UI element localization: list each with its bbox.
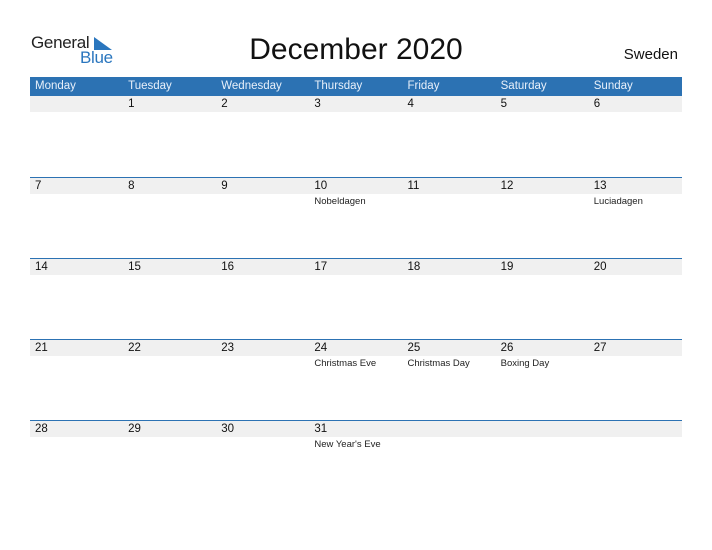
day-cell: 28 bbox=[30, 421, 123, 451]
day-cell: 5 bbox=[496, 96, 589, 113]
days-row: 21 22 23 24 Christmas Eve 25 Christmas Day 26 Bo… bbox=[30, 340, 682, 370]
day-cell: 3 bbox=[309, 96, 402, 113]
weekday-friday: Friday bbox=[407, 80, 440, 92]
weeks-container: 1 2 3 4 5 6 7 8 9 10 Nobeldagen 11 12 13 Luciadagen 14 1… bbox=[30, 96, 682, 501]
day-cell: 27 bbox=[589, 340, 682, 370]
day-number bbox=[501, 421, 589, 437]
day-number: 6 bbox=[593, 98, 601, 110]
day-number: 5 bbox=[500, 98, 508, 110]
day-cell: 10 Nobeldagen bbox=[309, 178, 402, 208]
day-number: 9 bbox=[221, 180, 228, 192]
days-row: 7 8 9 10 Nobeldagen 11 12 13 Luciadagen bbox=[30, 178, 682, 208]
day-number: 7 bbox=[35, 180, 42, 192]
day-number: 4 bbox=[407, 98, 414, 110]
day-cell: 22 bbox=[123, 340, 216, 370]
day-number: 29 bbox=[128, 423, 141, 435]
day-cell: 26 Boxing Day bbox=[496, 340, 589, 370]
day-number: 25 bbox=[407, 342, 421, 354]
day-cell: 9 bbox=[216, 178, 309, 208]
day-number: 13 bbox=[593, 180, 607, 192]
days-row: 14 15 16 17 18 19 20 bbox=[30, 259, 682, 276]
day-cell: 6 bbox=[589, 96, 682, 113]
day-number: 12 bbox=[500, 180, 514, 192]
day-number: 18 bbox=[407, 261, 421, 273]
holiday-label: Luciadagen bbox=[593, 196, 643, 207]
day-number: 1 bbox=[128, 98, 135, 110]
day-cell: 25 Christmas Day bbox=[403, 340, 496, 370]
day-cell: 4 bbox=[403, 96, 496, 113]
day-cell: 14 bbox=[30, 259, 123, 276]
day-cell: 2 bbox=[216, 96, 309, 113]
day-cell: 19 bbox=[496, 259, 589, 276]
week-row: 21 22 23 24 Christmas Eve 25 Christmas Day 26 Bo… bbox=[30, 339, 682, 420]
day-number: 10 bbox=[314, 180, 328, 192]
day-number: 20 bbox=[593, 261, 607, 273]
day-number: 24 bbox=[314, 342, 328, 354]
day-number bbox=[408, 421, 496, 437]
holiday-label: Boxing Day bbox=[500, 358, 550, 369]
weekday-sunday: Sunday bbox=[593, 80, 633, 92]
day-cell: 12 bbox=[496, 178, 589, 208]
day-number: 17 bbox=[314, 261, 328, 273]
day-cell: 31 New Year's Eve bbox=[309, 421, 402, 451]
week-row: 7 8 9 10 Nobeldagen 11 12 13 Luciadagen bbox=[30, 177, 682, 258]
weekday-thursday: Thursday bbox=[314, 80, 363, 92]
day-cell: 20 bbox=[589, 259, 682, 276]
day-cell: 13 Luciadagen bbox=[589, 178, 682, 208]
week-row: 1 2 3 4 5 6 bbox=[30, 96, 682, 177]
weekday-monday: Monday bbox=[35, 80, 76, 92]
calendar-grid: Monday Tuesday Wednesday Thursday Friday… bbox=[30, 77, 682, 501]
day-number: 23 bbox=[221, 342, 235, 354]
calendar-title: December 2020 bbox=[249, 33, 463, 66]
day-cell: 7 bbox=[30, 178, 123, 208]
weekday-header: Monday Tuesday Wednesday Thursday Friday… bbox=[30, 77, 682, 96]
day-number bbox=[35, 96, 123, 112]
day-cell: 17 bbox=[309, 259, 402, 276]
day-cell: 21 bbox=[30, 340, 123, 370]
day-number: 15 bbox=[128, 261, 141, 273]
weekday-saturday: Saturday bbox=[500, 80, 547, 92]
weekday-tuesday: Tuesday bbox=[128, 80, 172, 92]
day-number: 27 bbox=[593, 342, 607, 354]
day-number bbox=[594, 421, 682, 437]
day-number: 21 bbox=[35, 342, 48, 354]
day-cell bbox=[496, 421, 589, 451]
day-number: 3 bbox=[314, 98, 321, 110]
country-label: Sweden bbox=[623, 46, 678, 63]
day-cell: 30 bbox=[216, 421, 309, 451]
day-number: 19 bbox=[500, 261, 514, 273]
days-row: 1 2 3 4 5 6 bbox=[30, 96, 682, 113]
day-cell bbox=[30, 96, 123, 113]
day-cell: 1 bbox=[123, 96, 216, 113]
day-cell: 29 bbox=[123, 421, 216, 451]
day-cell: 18 bbox=[403, 259, 496, 276]
day-number: 31 bbox=[314, 423, 328, 435]
day-number: 14 bbox=[35, 261, 48, 273]
day-cell: 11 bbox=[403, 178, 496, 208]
day-cell: 15 bbox=[123, 259, 216, 276]
holiday-label: Nobeldagen bbox=[314, 196, 366, 207]
holiday-label: Christmas Eve bbox=[314, 358, 377, 369]
day-number: 30 bbox=[221, 423, 235, 435]
day-number: 28 bbox=[35, 423, 48, 435]
day-cell bbox=[589, 421, 682, 451]
week-row: 14 15 16 17 18 19 20 bbox=[30, 258, 682, 339]
days-row: 28 29 30 31 New Year's Eve bbox=[30, 421, 682, 451]
day-number: 2 bbox=[221, 98, 228, 110]
week-row: 28 29 30 31 New Year's Eve bbox=[30, 420, 682, 501]
day-cell: 16 bbox=[216, 259, 309, 276]
holiday-label: Christmas Day bbox=[407, 358, 470, 369]
day-number: 8 bbox=[128, 180, 135, 192]
day-number: 11 bbox=[407, 180, 420, 192]
weekday-wednesday: Wednesday bbox=[221, 80, 282, 92]
day-cell bbox=[403, 421, 496, 451]
day-cell: 24 Christmas Eve bbox=[309, 340, 402, 370]
day-number: 22 bbox=[128, 342, 141, 354]
holiday-label: New Year's Eve bbox=[314, 439, 381, 450]
day-cell: 8 bbox=[123, 178, 216, 208]
day-number: 26 bbox=[500, 342, 514, 354]
day-number: 16 bbox=[221, 261, 235, 273]
day-cell: 23 bbox=[216, 340, 309, 370]
